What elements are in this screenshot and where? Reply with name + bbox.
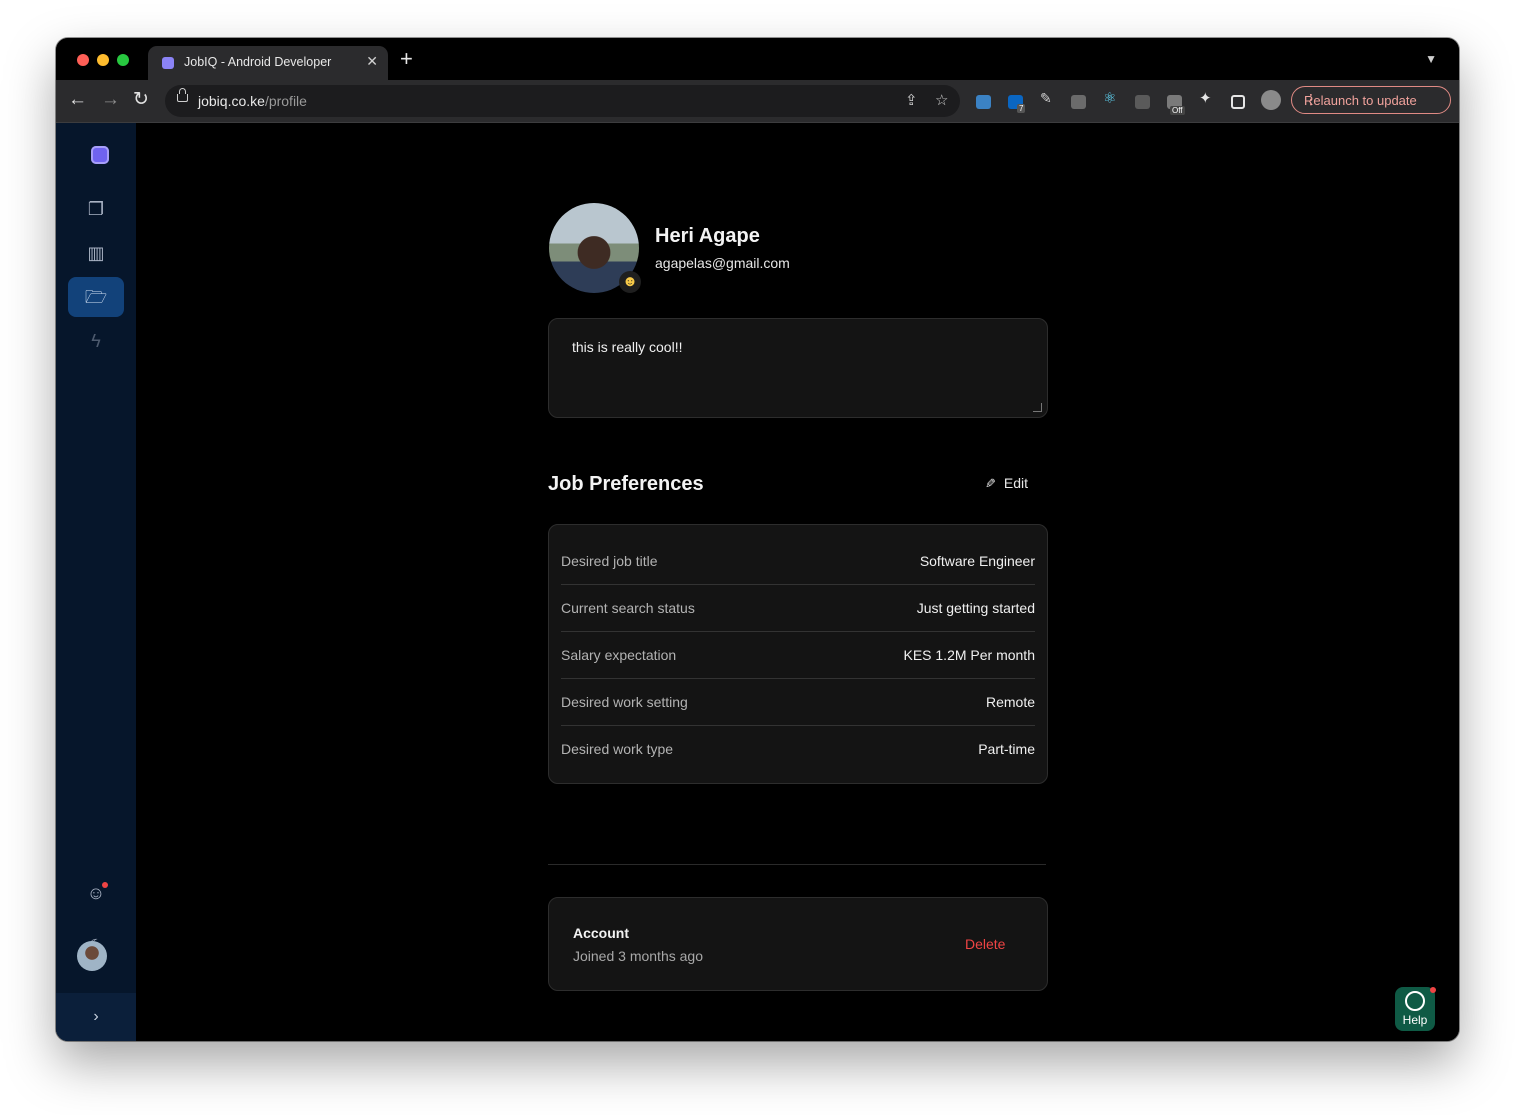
address-bar[interactable]: jobiq.co.ke/profile ⇪ ☆	[165, 85, 960, 117]
main-content: ☻ Heri Agape agapelas@gmail.com this is …	[136, 123, 1459, 1041]
layout-extension-icon[interactable]	[1071, 95, 1086, 109]
close-tab-icon[interactable]: ✕	[366, 53, 378, 70]
preference-value: Part-time	[978, 741, 1035, 757]
delete-account-button[interactable]: Delete	[965, 936, 1005, 952]
react-devtools-icon[interactable]: ⚛	[1103, 89, 1118, 107]
close-window-button[interactable]	[77, 54, 89, 66]
minimize-window-button[interactable]	[97, 54, 109, 66]
edit-preferences-button[interactable]: ✎ Edit	[985, 475, 1028, 492]
bolt-icon: ϟ	[91, 331, 101, 351]
extension-icon[interactable]	[1135, 95, 1150, 109]
preference-row: Desired work setting Remote	[561, 678, 1035, 726]
browser-menu-icon[interactable]: ⋮	[1304, 91, 1440, 108]
tab-strip: JobIQ - Android Developer ✕ + ▼	[56, 38, 1459, 80]
profile-email: agapelas@gmail.com	[655, 255, 790, 271]
preference-label: Desired work type	[561, 741, 674, 757]
browser-toolbar: ← → ↻ jobiq.co.ke/profile ⇪ ☆ 7 ✎ ⚛ Off …	[56, 80, 1459, 123]
color-picker-extension-icon[interactable]: ✎	[1040, 90, 1055, 106]
profile-avatar-icon[interactable]	[1261, 90, 1281, 110]
share-icon[interactable]: ⇪	[905, 91, 918, 109]
resize-handle-icon[interactable]	[1033, 403, 1042, 412]
sidebar-item-kanban[interactable]: ▥	[68, 233, 124, 273]
chevron-right-icon: ›	[93, 1008, 99, 1025]
sidebar-expand-button[interactable]: ›	[56, 993, 136, 1041]
account-title: Account	[573, 925, 629, 941]
folder-open-icon: 🗁	[84, 287, 108, 307]
bio-textarea[interactable]: this is really cool!!	[548, 318, 1048, 418]
forward-button[interactable]: →	[101, 89, 120, 111]
account-card: Account Joined 3 months ago Delete	[548, 897, 1048, 991]
reload-button[interactable]: ↻	[133, 89, 149, 111]
help-notification-dot	[1430, 987, 1436, 993]
preferences-card: Desired job title Software Engineer Curr…	[548, 524, 1048, 784]
whatsapp-icon	[1405, 991, 1425, 1011]
app-sidebar: ❐ ▥ 🗁 ϟ ☺ ☾ ›	[56, 123, 136, 1041]
bio-text: this is really cool!!	[572, 339, 683, 355]
notification-dot	[102, 882, 108, 888]
kanban-icon: ▥	[87, 243, 105, 263]
bookmark-star-icon[interactable]: ☆	[935, 91, 948, 109]
relaunch-to-update-button[interactable]: Relaunch to update ⋮	[1291, 86, 1451, 114]
off-extension-badge: Off	[1170, 106, 1185, 115]
favicon-icon	[162, 57, 174, 69]
edit-label: Edit	[1003, 475, 1029, 491]
browser-tab[interactable]: JobIQ - Android Developer ✕	[148, 46, 388, 80]
url-host: jobiq.co.ke	[198, 93, 265, 109]
account-joined: Joined 3 months ago	[573, 948, 703, 964]
tab-search-chevron-icon[interactable]: ▼	[1425, 52, 1437, 66]
maximize-window-button[interactable]	[117, 54, 129, 66]
job-preferences-title: Job Preferences	[548, 473, 704, 495]
preference-label: Desired job title	[561, 553, 658, 569]
preference-row: Desired work type Part-time	[561, 725, 1035, 772]
sidebar-item-copy[interactable]: ❐	[68, 189, 124, 229]
sidebar-item-profile[interactable]: 🗁	[68, 277, 124, 317]
preference-label: Desired work setting	[561, 694, 688, 710]
preference-row: Salary expectation KES 1.2M Per month	[561, 631, 1035, 679]
copy-icon: ❐	[87, 199, 105, 219]
linkedin-extension-badge: 7	[1017, 104, 1026, 113]
lock-icon[interactable]	[177, 88, 188, 102]
url-path: /profile	[264, 93, 307, 109]
url-text: jobiq.co.ke/profile	[198, 93, 307, 109]
sidebar-item-feedback[interactable]: ☺	[68, 873, 124, 913]
help-button[interactable]: Help	[1395, 987, 1436, 1031]
profile-name: Heri Agape	[655, 225, 760, 247]
extensions-puzzle-icon[interactable]: ✦	[1199, 89, 1214, 107]
jobiq-logo-icon[interactable]	[91, 146, 109, 164]
screen-capture-extension-icon[interactable]	[976, 95, 991, 109]
preference-value: Remote	[985, 694, 1035, 710]
sidebar-item-bolt[interactable]: ϟ	[68, 321, 124, 361]
preference-value: Just getting started	[916, 600, 1035, 616]
emoji-status-icon[interactable]: ☻	[619, 271, 641, 293]
preference-value: KES 1.2M Per month	[903, 647, 1035, 663]
preference-row: Desired job title Software Engineer	[561, 537, 1035, 585]
back-button[interactable]: ←	[68, 89, 87, 111]
preference-label: Salary expectation	[561, 647, 677, 663]
help-label: Help	[1402, 1013, 1428, 1027]
sidebar-user-avatar[interactable]	[77, 941, 107, 971]
side-panel-icon[interactable]	[1231, 95, 1245, 109]
section-divider	[548, 864, 1046, 865]
preference-label: Current search status	[561, 600, 695, 616]
preference-value: Software Engineer	[919, 553, 1035, 569]
new-tab-button[interactable]: +	[400, 48, 413, 70]
tab-title: JobIQ - Android Developer	[184, 55, 332, 69]
preference-row: Current search status Just getting start…	[561, 584, 1035, 632]
browser-window: JobIQ - Android Developer ✕ + ▼ ← → ↻ jo…	[56, 38, 1459, 1041]
pencil-icon: ✎	[985, 476, 996, 491]
